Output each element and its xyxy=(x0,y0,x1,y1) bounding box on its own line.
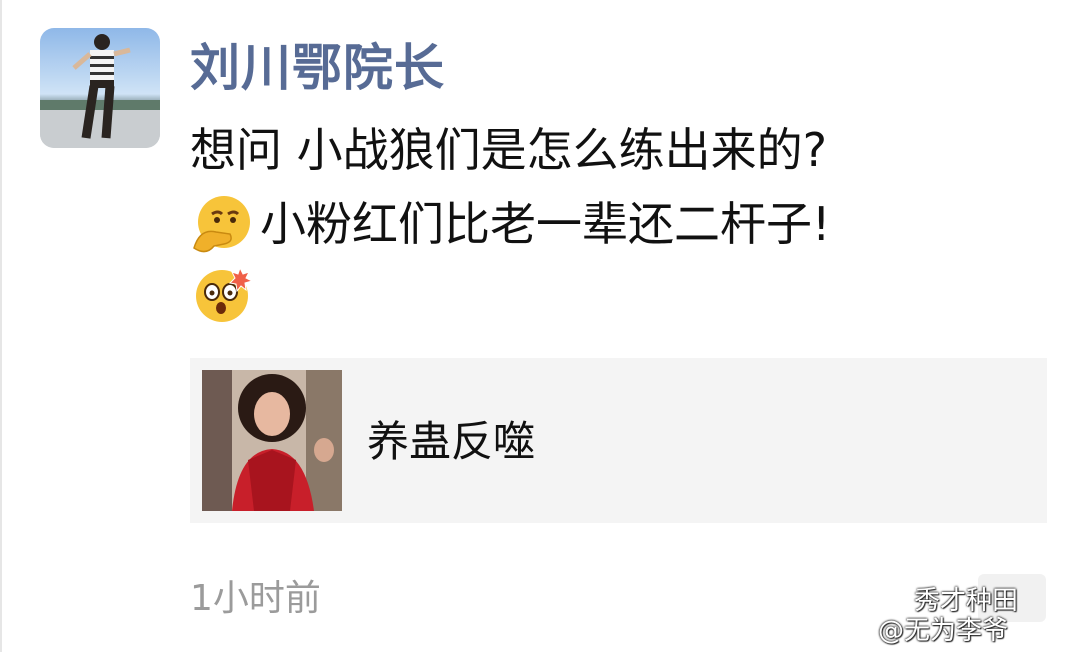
shared-link-card[interactable]: 养蛊反噬 xyxy=(190,358,1047,523)
watermark-line-1: 秀才种田 xyxy=(914,586,1019,616)
watermark-line-2: @无为李爷 xyxy=(878,616,1009,646)
avatar[interactable] xyxy=(40,28,160,148)
shocked-emoji-icon xyxy=(196,266,254,322)
post-text: 想问 小战狼们是怎么练出来的? xyxy=(190,123,828,177)
post-text-line-1: 想问 小战狼们是怎么练出来的? xyxy=(190,120,827,180)
avatar-photo xyxy=(40,34,160,148)
woman-in-red-dress-photo xyxy=(202,370,342,511)
weibo-icon xyxy=(878,589,911,614)
post-timestamp: 1小时前 xyxy=(190,578,321,619)
post-text-line-3 xyxy=(190,262,260,326)
post-text-line-2: 小粉红们比老一辈还二杆子! xyxy=(190,192,830,256)
link-title: 养蛊反噬 xyxy=(367,417,536,466)
link-thumbnail xyxy=(202,370,342,511)
author-name[interactable]: 刘川鄂院长 xyxy=(190,36,445,100)
post-text: 小粉红们比老一辈还二杆子! xyxy=(260,197,831,251)
watermark: 秀才种田 @无为李爷 xyxy=(878,586,1068,646)
moments-post: 刘川鄂院长 想问 小战狼们是怎么练出来的? 小粉红们比老一辈还二杆子! 养蛊反噬… xyxy=(0,0,1080,652)
covering-mouth-emoji-icon xyxy=(193,196,250,253)
